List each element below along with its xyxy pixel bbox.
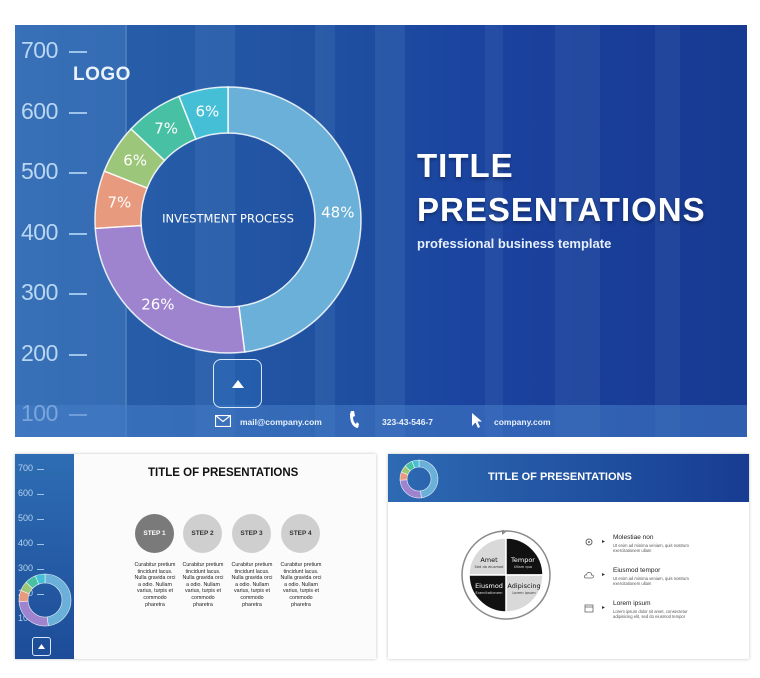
scale-tick: [37, 469, 44, 470]
scale-label: 500: [21, 158, 58, 184]
quadrant-label: Adipiscing: [507, 582, 540, 590]
scale-tick: [37, 519, 44, 520]
thumbnail-title: TITLE OF PRESENTATIONS: [488, 471, 632, 483]
donut-segment-label: 6%: [123, 152, 147, 170]
thumbnail-up-button[interactable]: [32, 637, 51, 656]
main-slide[interactable]: 700600500400300200100 LOGO 48%26%7%6%7%6…: [15, 25, 747, 437]
title-line-2: PRESENTATIONS: [417, 191, 706, 228]
bullet-arrow-icon: ▸: [602, 572, 606, 578]
step-3-description: Curabitur pretium tincidunt lacus. Nulla…: [231, 562, 273, 608]
background-stripe: [485, 25, 503, 437]
donut-segment-label: 6%: [195, 102, 219, 120]
scale-tick: [69, 51, 87, 53]
scroll-up-button[interactable]: [213, 359, 262, 408]
item-1-description: Ut enim ad minima veniam, quis nostrum e…: [613, 543, 689, 554]
gear-icon: [585, 538, 593, 546]
footer-website[interactable]: company.com: [494, 417, 551, 427]
donut-segment: [18, 600, 49, 627]
scale-label: 400: [21, 218, 58, 245]
step-1-circle[interactable]: STEP 1: [135, 514, 174, 553]
background-stripe: [555, 25, 600, 437]
step-1-description: Curabitur pretium tincidunt lacus. Nulla…: [134, 562, 176, 608]
mini-donut-chart: [399, 459, 439, 499]
thumbnail-side-strip: [15, 454, 74, 659]
scale-label: 600: [18, 488, 34, 498]
scale-tick: [37, 494, 44, 495]
footer-email[interactable]: mail@company.com: [240, 417, 322, 427]
bullet-arrow-icon: ▸: [602, 605, 606, 611]
quadrant-sublabel: Lorem ipsum: [512, 591, 536, 595]
scale-label: 600: [21, 97, 58, 124]
quadrant-sublabel: Ullam quo: [514, 565, 532, 569]
bullet-arrow-icon: ▸: [602, 539, 606, 545]
mail-icon: [215, 415, 231, 427]
background-stripe: [375, 25, 405, 437]
step-4-circle[interactable]: STEP 4: [281, 514, 320, 553]
scale-tick: [37, 569, 44, 570]
phone-icon: [350, 411, 359, 428]
title-line-1: TITLE: [417, 147, 514, 184]
donut-segment: [94, 224, 246, 354]
footer-phone: 323-43-546-7: [382, 417, 434, 427]
donut-segment-label: 7%: [154, 120, 178, 138]
quadrant-sublabel: Sed do eiusmod: [475, 565, 504, 569]
scale-label: 400: [18, 538, 34, 548]
footer-bar: [15, 405, 747, 437]
item-3-description: Lorem ipsum dolor sit amet, consectetur …: [613, 609, 688, 620]
scale-tick: [37, 544, 44, 545]
slide-thumbnail-steps[interactable]: 700600500400300200100 TITLE OF PRESENTAT…: [15, 454, 376, 659]
item-3-title: Lorem ipsum: [613, 600, 651, 607]
investment-donut-chart: 48% 26% 7% 6% 7% 6% INVESTMENT PROCESS: [94, 86, 362, 354]
donut-segment: [399, 479, 422, 499]
scale-label: 700: [18, 463, 34, 473]
donut-center-label: INVESTMENT PROCESS: [162, 212, 294, 226]
scale-label: 700: [21, 37, 58, 63]
cycle-diagram: Amet Sed do eiusmod Tempor Ullam quo Adi…: [461, 530, 551, 620]
thumbnail-title: TITLE OF PRESENTATIONS: [148, 467, 299, 479]
quadrant-label: Tempor: [510, 556, 535, 564]
item-2-description: Ut enim ad minima veniam, quis nostrum e…: [613, 576, 689, 587]
item-1-title: Molestiae non: [613, 534, 654, 541]
step-4-description: Curabitur pretium tincidunt lacus. Nulla…: [280, 562, 322, 608]
quadrant-label: Eiusmod: [475, 582, 503, 590]
step-2-circle[interactable]: STEP 2: [183, 514, 222, 553]
slide-thumbnail-cycle[interactable]: TITLE OF PRESENTATIONS Amet Sed do eiusm…: [388, 454, 749, 659]
arrow-up-icon: [231, 379, 244, 388]
subtitle: professional business template: [417, 236, 612, 251]
quadrant-label: Amet: [480, 556, 498, 564]
donut-segment: [44, 573, 72, 627]
step-3-circle[interactable]: STEP 3: [232, 514, 271, 553]
cloud-icon: [584, 572, 594, 579]
scale-label: 500: [18, 513, 34, 523]
background-stripe: [655, 25, 680, 437]
donut-segment-label: 48%: [321, 204, 354, 222]
item-2-title: Eiusmod tempor: [613, 567, 661, 574]
cursor-icon: [472, 413, 482, 428]
donut-segment-label: 26%: [141, 295, 174, 313]
mini-donut-chart: [18, 573, 72, 627]
donut-segment-label: 7%: [107, 193, 131, 211]
calendar-icon: [584, 604, 594, 613]
scale-label: 300: [21, 279, 58, 305]
scale-label: 200: [21, 339, 58, 366]
step-2-description: Curabitur pretium tincidunt lacus. Nulla…: [182, 562, 224, 608]
donut-segment: [418, 459, 439, 499]
quadrant-sublabel: Exercitationem: [475, 591, 503, 595]
arrow-up-icon: [38, 644, 45, 649]
